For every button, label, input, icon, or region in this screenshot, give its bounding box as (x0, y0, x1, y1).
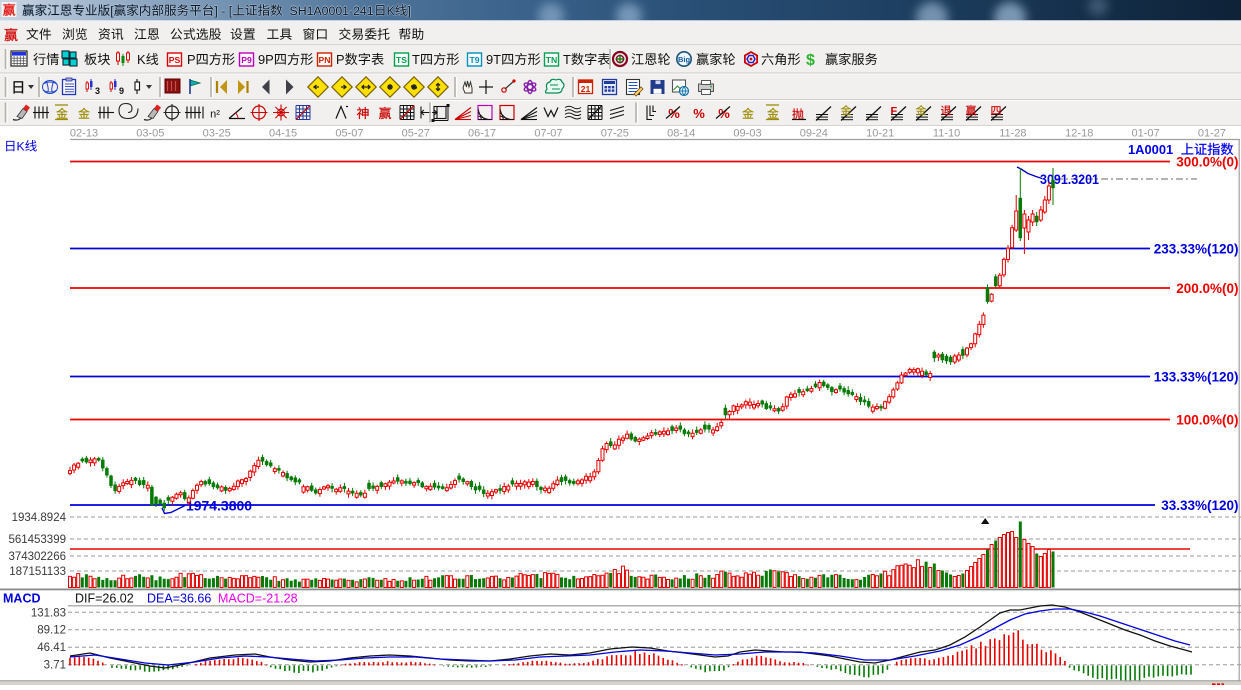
svg-text:K: K (137, 52, 146, 67)
svg-text:3: 3 (95, 86, 100, 96)
svg-text:P: P (187, 52, 196, 67)
svg-text:T: T (563, 52, 571, 67)
svg-text:TN: TN (546, 55, 557, 65)
svg-text:08-14: 08-14 (667, 128, 695, 140)
svg-text:02-13: 02-13 (70, 128, 98, 140)
svg-text:Big: Big (678, 55, 691, 64)
svg-text:TS: TS (396, 55, 407, 65)
svg-text:3.71: 3.71 (44, 660, 66, 672)
svg-text:]: ] (407, 4, 410, 18)
svg-text:07-25: 07-25 (601, 128, 629, 140)
svg-text:131.83: 131.83 (31, 608, 66, 620)
svg-text:P: P (336, 52, 345, 67)
svg-text:[: [ (110, 4, 114, 18)
svg-text:09-24: 09-24 (800, 128, 828, 140)
svg-text:04-15: 04-15 (269, 128, 297, 140)
svg-text:07-07: 07-07 (534, 128, 562, 140)
svg-text:06-17: 06-17 (468, 128, 496, 140)
svg-text:11-10: 11-10 (933, 128, 960, 140)
svg-text:MACD=-21.28: MACD=-21.28 (218, 592, 298, 606)
svg-text:09-03: 09-03 (733, 128, 761, 140)
svg-text:] - [: ] - [ (214, 4, 232, 18)
svg-text:1934.8924: 1934.8924 (12, 512, 67, 524)
svg-text:MACD: MACD (3, 592, 41, 606)
svg-text:05-07: 05-07 (335, 128, 363, 140)
svg-text:12-18: 12-18 (1065, 128, 1093, 140)
svg-text:05-27: 05-27 (402, 128, 430, 140)
svg-text:9T: 9T (486, 52, 501, 67)
svg-text:300.0%(0): 300.0%(0) (1176, 155, 1238, 170)
svg-text:1974.3800: 1974.3800 (186, 499, 252, 514)
svg-text:9P: 9P (258, 52, 274, 67)
svg-text:K: K (387, 4, 396, 18)
svg-text:21: 21 (581, 84, 591, 94)
svg-text:PN: PN (319, 55, 331, 65)
svg-text:133.33%(120): 133.33%(120) (1154, 370, 1239, 385)
svg-text:01-07: 01-07 (1132, 128, 1160, 140)
svg-text:10-21: 10-21 (866, 128, 894, 140)
svg-text:03-25: 03-25 (203, 128, 231, 140)
svg-text:89.12: 89.12 (37, 625, 66, 637)
svg-text:K: K (17, 140, 25, 154)
svg-text:%: % (693, 106, 705, 121)
svg-text:F: F (891, 106, 898, 118)
svg-text:46.41: 46.41 (37, 642, 66, 654)
svg-text:T9: T9 (469, 55, 479, 65)
svg-text:P9: P9 (241, 55, 252, 65)
svg-text:03-05: 03-05 (136, 128, 164, 140)
svg-text:$: $ (806, 52, 815, 69)
svg-text:PS: PS (169, 55, 181, 65)
svg-text:9: 9 (119, 86, 124, 96)
svg-text:11-28: 11-28 (999, 128, 1026, 140)
svg-text:01-27: 01-27 (1198, 128, 1226, 140)
svg-text:DEA=36.66: DEA=36.66 (147, 592, 211, 606)
svg-text:233.33%(120): 233.33%(120) (1154, 242, 1239, 257)
svg-text:100.0%(0): 100.0%(0) (1176, 413, 1238, 428)
svg-text:1A0001: 1A0001 (1128, 142, 1180, 157)
svg-text:187151133: 187151133 (9, 566, 66, 578)
svg-text:DIF=26.02: DIF=26.02 (75, 592, 134, 606)
svg-text:n²: n² (210, 109, 220, 121)
svg-text:374302266: 374302266 (8, 551, 66, 563)
svg-text:33.33%(120): 33.33%(120) (1161, 498, 1238, 513)
svg-text:200.0%(0): 200.0%(0) (1176, 281, 1238, 296)
svg-text:SH1A0001-241: SH1A0001-241 (283, 4, 374, 18)
svg-text:T: T (412, 52, 420, 67)
svg-text:561453399: 561453399 (8, 534, 66, 546)
